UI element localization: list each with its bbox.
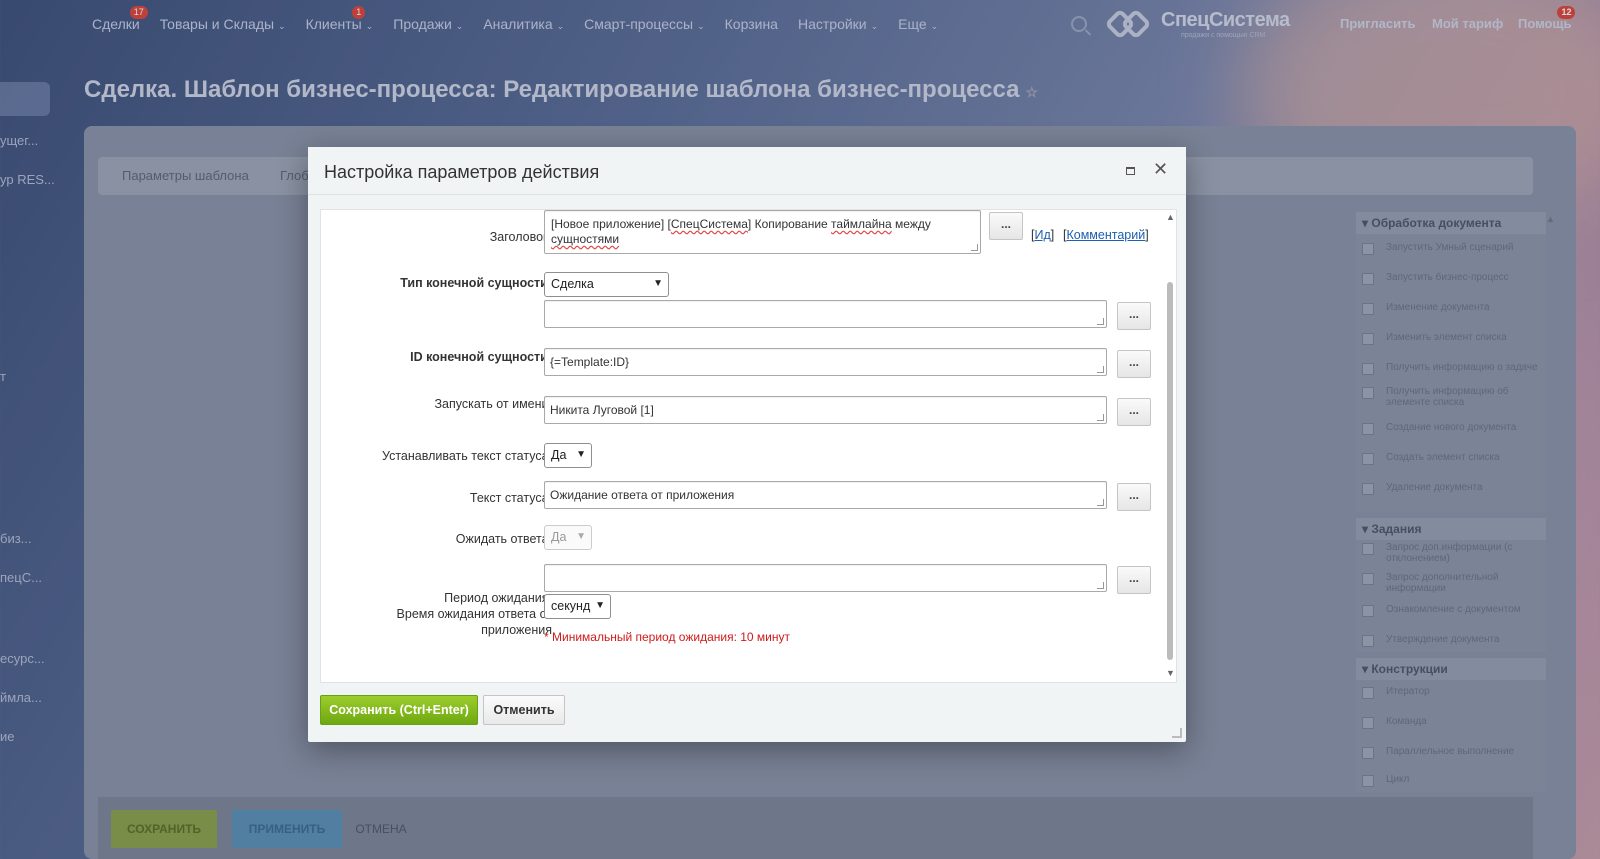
id-link[interactable]: Ид [1034, 228, 1050, 242]
entity-type-text-field[interactable] [544, 300, 1107, 328]
entity-type-label: Тип конечной сущности: [400, 276, 552, 290]
chevron-down-icon: ▼ [576, 531, 586, 542]
comment-link[interactable]: Комментарий [1066, 228, 1145, 242]
entity-type-insert-button[interactable]: ... [1117, 302, 1151, 330]
run-as-insert-button[interactable]: ... [1117, 398, 1151, 426]
dialog-header: Настройка параметров действия ✕ [308, 147, 1186, 195]
set-status-select[interactable]: Да ▼ [544, 443, 592, 468]
id-link-wrap: [Ид] [1031, 228, 1055, 242]
wait-period-label: Период ожидания: Время ожидания ответа от… [396, 591, 552, 637]
scroll-up-icon[interactable]: ▲ [1166, 212, 1175, 222]
chevron-down-icon: ▼ [576, 449, 586, 460]
title-insert-button[interactable]: ... [989, 212, 1023, 240]
comment-link-wrap: [Комментарий] [1063, 228, 1149, 242]
chevron-down-icon: ▼ [595, 600, 605, 611]
wait-period-field[interactable] [544, 564, 1107, 592]
run-as-field[interactable]: Никита Луговой [1] [544, 396, 1107, 424]
set-status-label: Устанавливать текст статуса: [381, 449, 552, 463]
close-icon[interactable]: ✕ [1153, 159, 1168, 180]
status-text-field[interactable]: Ожидание ответа от приложения [544, 481, 1107, 509]
dialog-resize-handle[interactable] [1172, 728, 1182, 738]
save-button[interactable]: Сохранить (Ctrl+Enter) [320, 695, 478, 725]
entity-id-insert-button[interactable]: ... [1117, 350, 1151, 378]
dialog-scrollbar[interactable]: ▲ ▼ [1163, 210, 1176, 682]
status-text-insert-button[interactable]: ... [1117, 483, 1151, 511]
run-as-label: Запускать от имени: [434, 397, 552, 411]
entity-id-label: ID конечной сущности: [410, 350, 552, 364]
title-label: Заголовок: [489, 230, 552, 244]
action-settings-dialog: Настройка параметров действия ✕ Заголово… [308, 147, 1186, 742]
wait-response-label: Ожидать ответа: [455, 532, 552, 546]
entity-type-select[interactable]: Сделка ▼ [544, 272, 669, 297]
wait-period-unit-select[interactable]: секунд ▼ [544, 594, 611, 619]
maximize-icon[interactable] [1126, 167, 1135, 175]
wait-response-select: Да ▼ [544, 525, 592, 550]
cancel-button[interactable]: Отменить [483, 695, 565, 725]
title-field[interactable]: [Новое приложение] [СпецСистема] Копиров… [544, 210, 981, 254]
wait-period-hint: * Минимальный период ожидания: 10 минут [544, 630, 790, 644]
wait-period-insert-button[interactable]: ... [1117, 566, 1151, 594]
entity-id-field[interactable]: {=Template:ID} [544, 348, 1107, 376]
dialog-title: Настройка параметров действия [324, 162, 600, 182]
dialog-body: Заголовок: [Новое приложение] [СпецСисте… [320, 209, 1177, 683]
scroll-down-icon[interactable]: ▼ [1166, 668, 1175, 678]
scroll-thumb[interactable] [1167, 282, 1173, 660]
chevron-down-icon: ▼ [653, 278, 663, 289]
status-text-label: Текст статуса: [469, 491, 552, 505]
